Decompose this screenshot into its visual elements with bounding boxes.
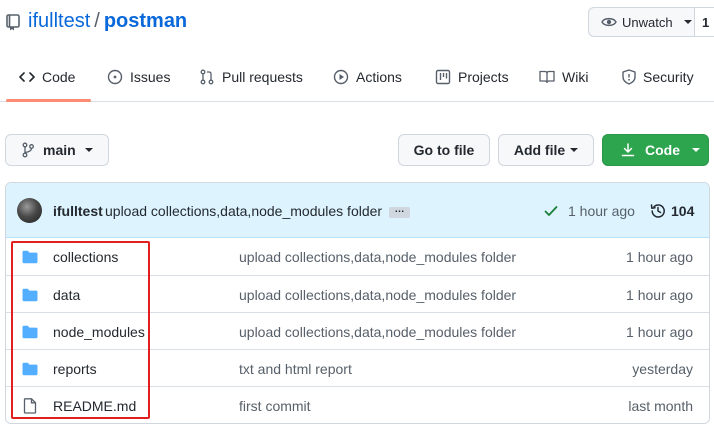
repo-title: ifulltest / postman — [28, 10, 187, 33]
branch-name: main — [43, 142, 76, 158]
play-icon — [333, 69, 349, 85]
file-name-link[interactable]: collections — [53, 249, 118, 265]
shield-icon — [622, 69, 636, 85]
commit-expand-button[interactable]: … — [389, 205, 410, 218]
branch-select-button[interactable]: main — [5, 134, 109, 166]
file-commit-time: 1 hour ago — [626, 287, 693, 303]
code-icon — [19, 72, 35, 82]
file-icon — [23, 398, 37, 414]
repo-nav-tabs: Code Issues Pull requests Actions Projec… — [0, 52, 714, 102]
file-name-link[interactable]: node_modules — [53, 324, 145, 340]
file-commit-message[interactable]: first commit — [239, 398, 311, 414]
file-commit-time: 1 hour ago — [626, 249, 693, 265]
pull-request-icon — [200, 69, 214, 85]
branch-icon — [22, 142, 34, 158]
file-row-node-modules[interactable]: node_modules upload collections,data,nod… — [6, 312, 709, 349]
watch-count[interactable]: 1 — [695, 7, 714, 37]
tab-pull-requests-label: Pull requests — [222, 69, 303, 85]
unwatch-label: Unwatch — [622, 14, 673, 30]
tab-code-label: Code — [42, 69, 76, 85]
unwatch-button[interactable]: Unwatch — [588, 7, 695, 37]
commit-message-link[interactable]: upload collections,data,node_modules fol… — [105, 203, 382, 219]
repo-name-link[interactable]: postman — [104, 10, 187, 32]
file-name-link[interactable]: reports — [53, 361, 97, 377]
folder-icon — [22, 250, 38, 264]
commit-author-link[interactable]: ifulltest — [53, 203, 103, 219]
repo-icon — [6, 14, 20, 31]
tab-issues-label: Issues — [130, 69, 171, 85]
tab-security[interactable]: Security — [622, 52, 694, 102]
file-row-collections[interactable]: collections upload collections,data,node… — [6, 238, 709, 275]
file-row-readme[interactable]: README.md first commit last month — [6, 386, 709, 423]
file-commit-time: yesterday — [632, 361, 693, 377]
tab-security-label: Security — [643, 69, 694, 85]
file-commit-time: last month — [628, 398, 693, 414]
file-commit-time: 1 hour ago — [626, 324, 693, 340]
file-row-reports[interactable]: reports txt and html report yesterday — [6, 349, 709, 386]
tab-wiki-label: Wiki — [562, 69, 589, 85]
tab-pull-requests[interactable]: Pull requests — [199, 52, 303, 102]
folder-icon — [22, 288, 38, 302]
latest-commit-bar: ifulltest upload collections,data,node_m… — [6, 183, 709, 238]
book-icon — [539, 70, 555, 84]
project-icon — [435, 69, 451, 85]
code-button-label: Code — [645, 142, 680, 158]
folder-icon — [22, 362, 38, 376]
download-icon — [621, 143, 635, 157]
file-name-link[interactable]: data — [53, 287, 80, 303]
go-to-file-button[interactable]: Go to file — [398, 134, 490, 166]
file-commit-message[interactable]: txt and html report — [239, 361, 352, 377]
chevron-down-icon — [683, 20, 692, 24]
repo-header: ifulltest / postman Unwatch 1 — [0, 0, 714, 48]
commit-time[interactable]: 1 hour ago — [568, 203, 635, 219]
code-download-button[interactable]: Code — [602, 134, 709, 166]
repo-owner-link[interactable]: ifulltest — [28, 10, 90, 32]
check-icon[interactable] — [544, 205, 558, 217]
tab-code[interactable]: Code — [19, 52, 75, 102]
tab-actions[interactable]: Actions — [333, 52, 402, 102]
file-row-data[interactable]: data upload collections,data,node_module… — [6, 275, 709, 312]
file-commit-message[interactable]: upload collections,data,node_modules fol… — [239, 287, 516, 303]
file-commit-message[interactable]: upload collections,data,node_modules fol… — [239, 324, 516, 340]
commit-count[interactable]: 104 — [671, 203, 694, 219]
repo-separator: / — [94, 10, 100, 32]
avatar[interactable] — [17, 198, 42, 223]
chevron-down-icon — [570, 148, 579, 152]
tab-issues[interactable]: Issues — [107, 52, 170, 102]
add-file-button[interactable]: Add file — [498, 134, 594, 166]
file-name-link[interactable]: README.md — [53, 398, 136, 414]
active-tab-indicator — [6, 99, 91, 102]
chevron-down-icon — [692, 148, 700, 152]
issue-icon — [107, 69, 123, 85]
tab-projects-label: Projects — [458, 69, 509, 85]
eye-icon — [601, 17, 617, 27]
tab-projects[interactable]: Projects — [435, 52, 509, 102]
tab-wiki[interactable]: Wiki — [539, 52, 588, 102]
file-browser: ifulltest upload collections,data,node_m… — [5, 182, 710, 424]
folder-icon — [22, 325, 38, 339]
history-icon[interactable] — [650, 203, 666, 219]
file-commit-message[interactable]: upload collections,data,node_modules fol… — [239, 249, 516, 265]
tab-actions-label: Actions — [356, 69, 402, 85]
add-file-label: Add file — [513, 142, 566, 158]
chevron-down-icon — [84, 148, 93, 152]
